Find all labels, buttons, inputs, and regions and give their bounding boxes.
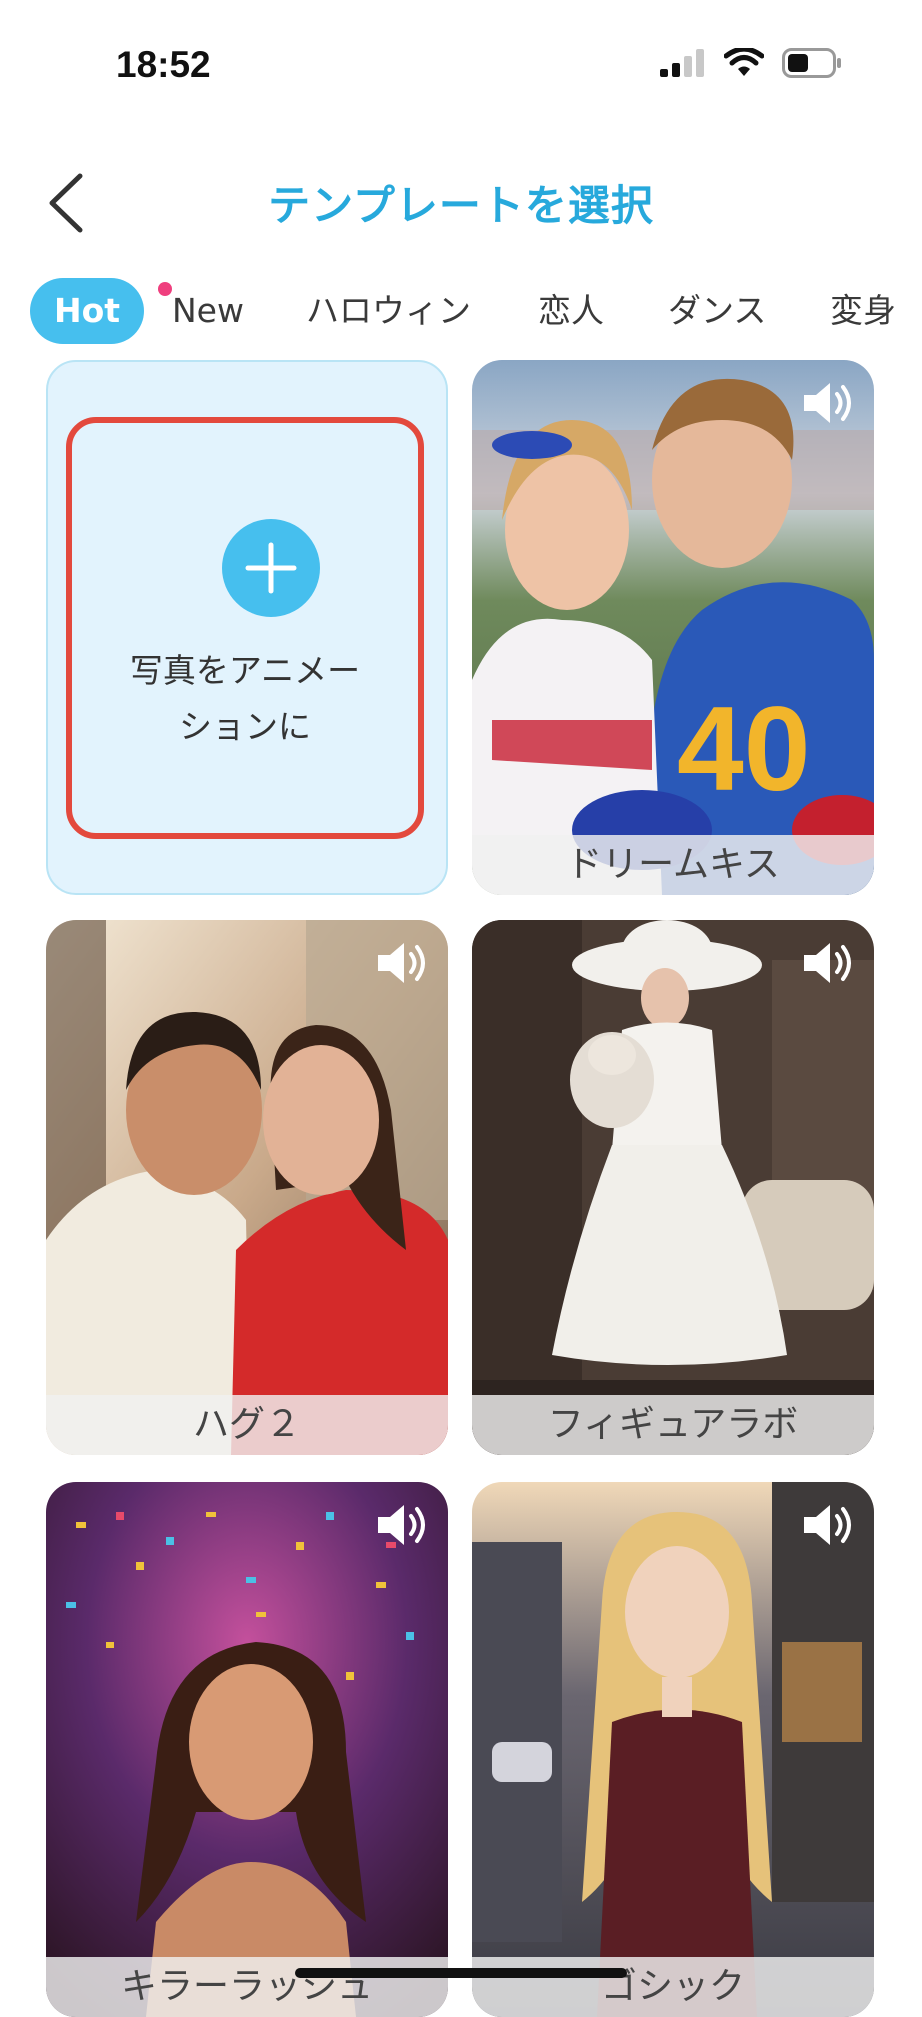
tab-hot[interactable]: Hot — [30, 278, 145, 344]
sound-icon[interactable] — [800, 378, 856, 428]
tab-lovers[interactable]: 恋人 — [538, 278, 604, 344]
animate-photo-label: 写真をアニメー ションに — [72, 643, 418, 755]
template-thumbnail — [472, 920, 874, 1455]
template-card-dream-kiss[interactable]: 40 ドリームキス — [472, 360, 874, 895]
animate-photo-label-line2: ションに — [179, 707, 311, 746]
template-name: キラーラッシュ — [46, 1957, 448, 2017]
signal-icon — [660, 49, 704, 77]
tab-new[interactable]: New — [172, 278, 244, 344]
sound-icon[interactable] — [374, 1500, 430, 1550]
template-card-killer-rush[interactable]: キラーラッシュ — [46, 1482, 448, 2017]
wifi-icon — [724, 48, 764, 76]
template-name: ハグ２ — [46, 1395, 448, 1455]
tab-halloween[interactable]: ハロウィン — [306, 278, 471, 344]
plus-icon[interactable] — [222, 519, 320, 617]
animate-photo-card[interactable]: 写真をアニメー ションに — [46, 360, 448, 895]
template-name: ドリームキス — [472, 835, 874, 895]
tab-dance[interactable]: ダンス — [668, 278, 766, 344]
sound-icon[interactable] — [374, 938, 430, 988]
home-indicator[interactable] — [295, 1968, 627, 1978]
page-title: テンプレートを選択 — [268, 181, 654, 230]
template-card-hug-2[interactable]: ハグ２ — [46, 920, 448, 1455]
animate-photo-label-line1: 写真をアニメー — [129, 651, 361, 690]
template-thumbnail — [46, 1482, 448, 2017]
battery-icon — [782, 48, 841, 78]
highlight-frame: 写真をアニメー ションに — [66, 417, 424, 839]
template-thumbnail — [472, 1482, 874, 2017]
template-name: フィギュアラボ — [472, 1395, 874, 1455]
tab-transform[interactable]: 変身 — [830, 278, 896, 344]
status-time: 18:52 — [116, 44, 211, 85]
new-indicator-dot — [158, 282, 172, 296]
template-card-gothic[interactable]: ゴシック — [472, 1482, 874, 2017]
template-card-figure-lab[interactable]: フィギュアラボ — [472, 920, 874, 1455]
svg-text:40: 40 — [677, 682, 810, 816]
sound-icon[interactable] — [800, 938, 856, 988]
category-tabs: Hot New ハロウィン 恋人 ダンス 変身 — [0, 278, 922, 344]
template-name: ゴシック — [472, 1957, 874, 2017]
template-thumbnail: 40 — [472, 360, 874, 895]
template-thumbnail — [46, 920, 448, 1455]
status-icons — [660, 48, 842, 78]
sound-icon[interactable] — [800, 1500, 856, 1550]
